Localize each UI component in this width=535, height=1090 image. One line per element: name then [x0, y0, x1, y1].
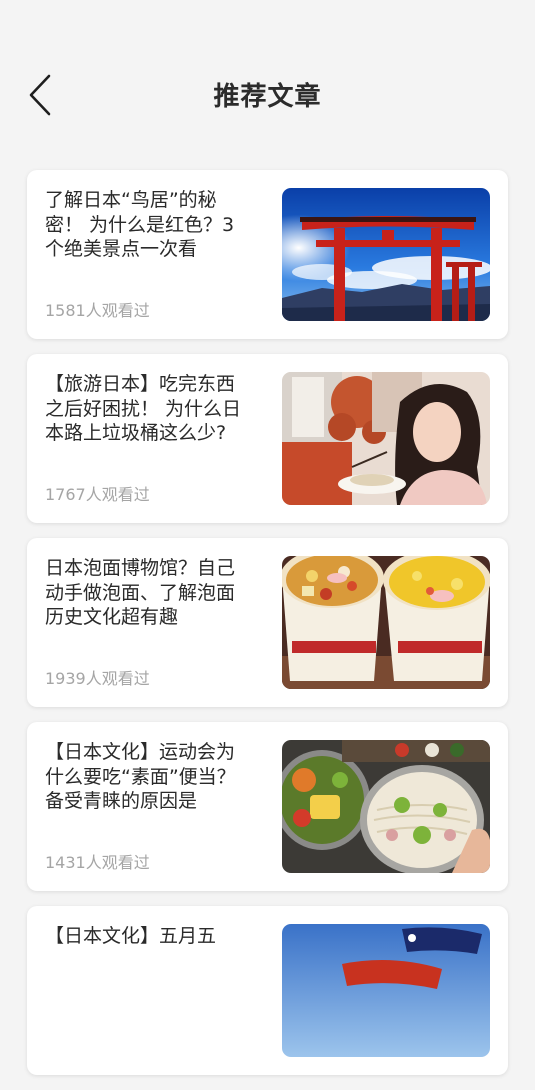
article-card[interactable]: 【日本文化】运动会为什么要吃“素面”便当？备受青睐的原因是 1431人观看过	[27, 722, 508, 891]
article-card[interactable]: 【旅游日本】吃完东西之后好困扰！ 为什么日本路上垃圾桶这么少? 1767人观看过	[27, 354, 508, 523]
article-title: 【日本文化】运动会为什么要吃“素面”便当？备受青睐的原因是	[45, 741, 236, 812]
article-title: 【日本文化】五月五	[45, 925, 217, 947]
article-card[interactable]: 【日本文化】五月五	[27, 906, 508, 1075]
page-title: 推荐文章	[213, 82, 322, 112]
article-card[interactable]: 了解日本“鸟居”的秘密！ 为什么是红色？3个绝美景点一次看 1581人观看过	[27, 170, 508, 339]
article-view-count: 1431人观看过	[45, 853, 150, 872]
article-title: 了解日本“鸟居”的秘密！ 为什么是红色？3个绝美景点一次看	[45, 189, 235, 260]
torii-gate-image	[282, 188, 490, 321]
article-title: 【旅游日本】吃完东西之后好困扰！ 为什么日本路上垃圾桶这么少?	[45, 373, 242, 444]
somen-bento-image	[282, 740, 490, 873]
article-view-count: 1767人观看过	[45, 485, 150, 504]
header: 推荐文章	[0, 0, 535, 150]
article-view-count: 1939人观看过	[45, 669, 150, 688]
article-card[interactable]: 日本泡面博物馆？自己动手做泡面、了解泡面历史文化超有趣 1939人观看过	[27, 538, 508, 707]
koinobori-image	[282, 924, 490, 1057]
article-title: 日本泡面博物馆？自己动手做泡面、了解泡面历史文化超有趣	[45, 557, 236, 628]
woman-eating-image	[282, 372, 490, 505]
article-view-count: 1581人观看过	[45, 301, 150, 320]
cup-noodles-image	[282, 556, 490, 689]
article-list: 了解日本“鸟居”的秘密！ 为什么是红色？3个绝美景点一次看 1581人观看过 【…	[27, 170, 508, 1090]
